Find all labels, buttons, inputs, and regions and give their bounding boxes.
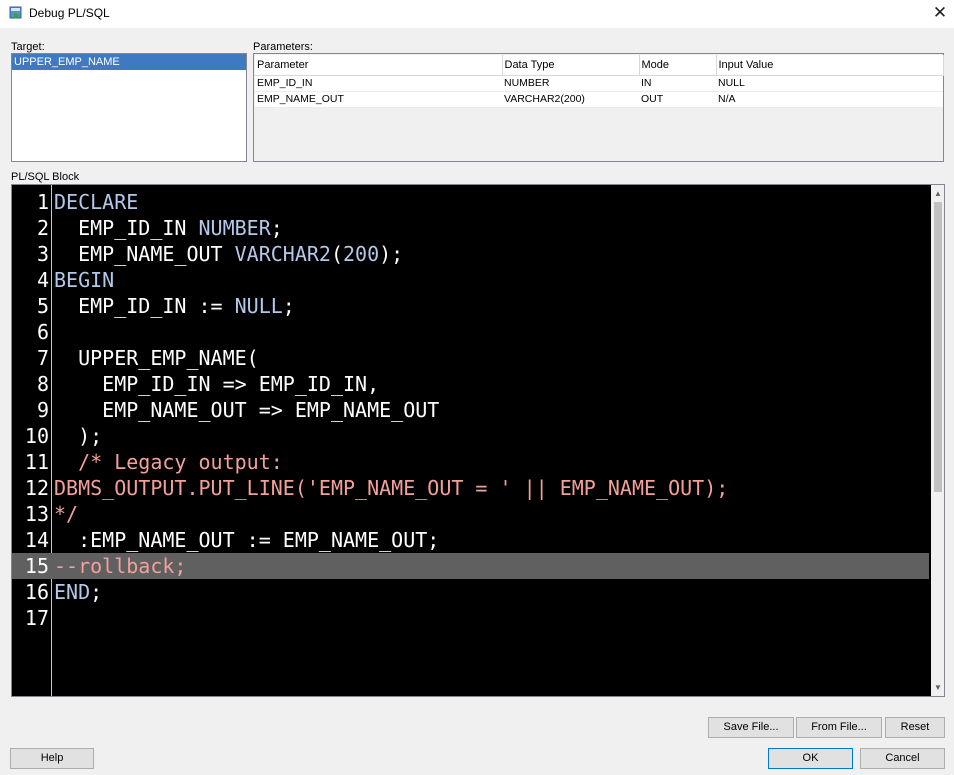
plsql-block-label: PL/SQL Block: [11, 171, 80, 183]
column-header-parameter[interactable]: Parameter: [255, 55, 503, 76]
code-line[interactable]: 2 EMP_ID_IN NUMBER;: [12, 215, 929, 241]
code-text: */: [54, 502, 79, 526]
code-text: --rollback;: [54, 554, 187, 578]
vertical-scrollbar[interactable]: ▲ ▼: [931, 185, 944, 696]
code-lines[interactable]: 1 DECLARE 2 EMP_ID_IN NUMBER; 3 EMP_NAME_OU…: [12, 189, 929, 631]
parameters-table-container: Parameter Data Type Mode Input Value EMP…: [253, 53, 944, 162]
code-text: EMP_ID_IN NUMBER;: [54, 216, 283, 240]
table-row[interactable]: EMP_ID_IN NUMBER IN NULL: [255, 75, 943, 92]
parameters-label: Parameters:: [253, 41, 313, 53]
line-number: 17: [24, 606, 49, 630]
line-number: 9: [36, 398, 49, 422]
column-header-input-value[interactable]: Input Value: [716, 55, 944, 76]
code-text: EMP_ID_IN := NULL;: [54, 294, 295, 318]
title-bar: Debug PL/SQL ✕: [0, 0, 954, 28]
code-line[interactable]: 15 --rollback;: [12, 553, 929, 579]
line-number: 2: [36, 216, 49, 240]
column-header-mode[interactable]: Mode: [639, 55, 717, 76]
target-label: Target:: [11, 41, 45, 53]
line-number: 10: [24, 424, 49, 448]
code-line[interactable]: 8 EMP_ID_IN => EMP_ID_IN,: [12, 371, 929, 397]
code-line[interactable]: 16 END;: [12, 579, 929, 605]
line-number: 1: [36, 190, 49, 214]
cell-parameter: EMP_NAME_OUT: [255, 91, 502, 108]
code-line[interactable]: 1 DECLARE: [12, 189, 929, 215]
help-button[interactable]: Help: [10, 748, 94, 769]
scroll-down-arrow-icon[interactable]: ▼: [931, 681, 944, 695]
cell-input-value[interactable]: NULL: [716, 75, 943, 92]
code-text: :EMP_NAME_OUT := EMP_NAME_OUT;: [54, 528, 440, 552]
code-text: );: [54, 424, 103, 448]
code-text: UPPER_EMP_NAME(: [54, 346, 259, 370]
cell-data-type: NUMBER: [502, 75, 639, 92]
code-line[interactable]: 5 EMP_ID_IN := NULL;: [12, 293, 929, 319]
scroll-up-arrow-icon[interactable]: ▲: [931, 187, 944, 201]
save-file-button[interactable]: Save File...: [708, 717, 794, 738]
code-line[interactable]: 4 BEGIN: [12, 267, 929, 293]
cell-mode: OUT: [639, 91, 716, 108]
table-row[interactable]: EMP_NAME_OUT VARCHAR2(200) OUT N/A: [255, 91, 943, 108]
line-number: 8: [36, 372, 49, 396]
from-file-button[interactable]: From File...: [796, 717, 882, 738]
code-text: DECLARE: [54, 190, 139, 214]
line-number: 5: [36, 294, 49, 318]
code-text: EMP_NAME_OUT => EMP_NAME_OUT: [54, 398, 440, 422]
window-title: Debug PL/SQL: [29, 6, 110, 20]
code-line[interactable]: 7 UPPER_EMP_NAME(: [12, 345, 929, 371]
line-number: 15: [24, 554, 49, 578]
code-line[interactable]: 11 /* Legacy output:: [12, 449, 929, 475]
reset-button[interactable]: Reset: [885, 717, 945, 738]
line-number: 11: [24, 450, 49, 474]
code-line[interactable]: 17: [12, 605, 929, 631]
sql-developer-debug-icon: [9, 6, 22, 19]
line-number: 6: [36, 320, 49, 344]
scrollbar-thumb[interactable]: [934, 202, 942, 492]
line-number: 4: [36, 268, 49, 292]
code-text: END;: [54, 580, 103, 604]
code-line[interactable]: 12 DBMS_OUTPUT.PUT_LINE('EMP_NAME_OUT = '…: [12, 475, 929, 501]
cell-data-type: VARCHAR2(200): [502, 91, 639, 108]
code-text: EMP_NAME_OUT VARCHAR2(200);: [54, 242, 404, 266]
code-text: EMP_ID_IN => EMP_ID_IN,: [54, 372, 380, 396]
code-text: BEGIN: [54, 268, 115, 292]
target-list[interactable]: UPPER_EMP_NAME: [11, 53, 247, 162]
line-number: 12: [24, 476, 49, 500]
line-number: 7: [36, 346, 49, 370]
code-text: DBMS_OUTPUT.PUT_LINE('EMP_NAME_OUT = ' |…: [54, 476, 729, 500]
parameters-header-row: Parameter Data Type Mode Input Value: [255, 55, 944, 76]
line-number: 14: [24, 528, 49, 552]
close-icon[interactable]: ✕: [926, 2, 954, 24]
cancel-button[interactable]: Cancel: [860, 748, 945, 769]
ok-button[interactable]: OK: [768, 748, 853, 769]
cell-parameter: EMP_ID_IN: [255, 75, 502, 92]
code-line[interactable]: 13 */: [12, 501, 929, 527]
plsql-code-editor[interactable]: 1 DECLARE 2 EMP_ID_IN NUMBER; 3 EMP_NAME_OU…: [11, 184, 945, 697]
code-line[interactable]: 14 :EMP_NAME_OUT := EMP_NAME_OUT;: [12, 527, 929, 553]
code-line[interactable]: 10 );: [12, 423, 929, 449]
code-line[interactable]: 3 EMP_NAME_OUT VARCHAR2(200);: [12, 241, 929, 267]
parameters-table: Parameter Data Type Mode Input Value EMP…: [255, 55, 944, 108]
code-text: /* Legacy output:: [78, 450, 283, 474]
line-number: 3: [36, 242, 49, 266]
target-item-selected[interactable]: UPPER_EMP_NAME: [12, 54, 246, 70]
cell-input-value[interactable]: N/A: [716, 91, 943, 108]
code-line[interactable]: 6: [12, 319, 929, 345]
code-line[interactable]: 9 EMP_NAME_OUT => EMP_NAME_OUT: [12, 397, 929, 423]
column-header-data-type[interactable]: Data Type: [502, 55, 640, 76]
cell-mode: IN: [639, 75, 716, 92]
line-number: 16: [24, 580, 49, 604]
line-number: 13: [24, 502, 49, 526]
